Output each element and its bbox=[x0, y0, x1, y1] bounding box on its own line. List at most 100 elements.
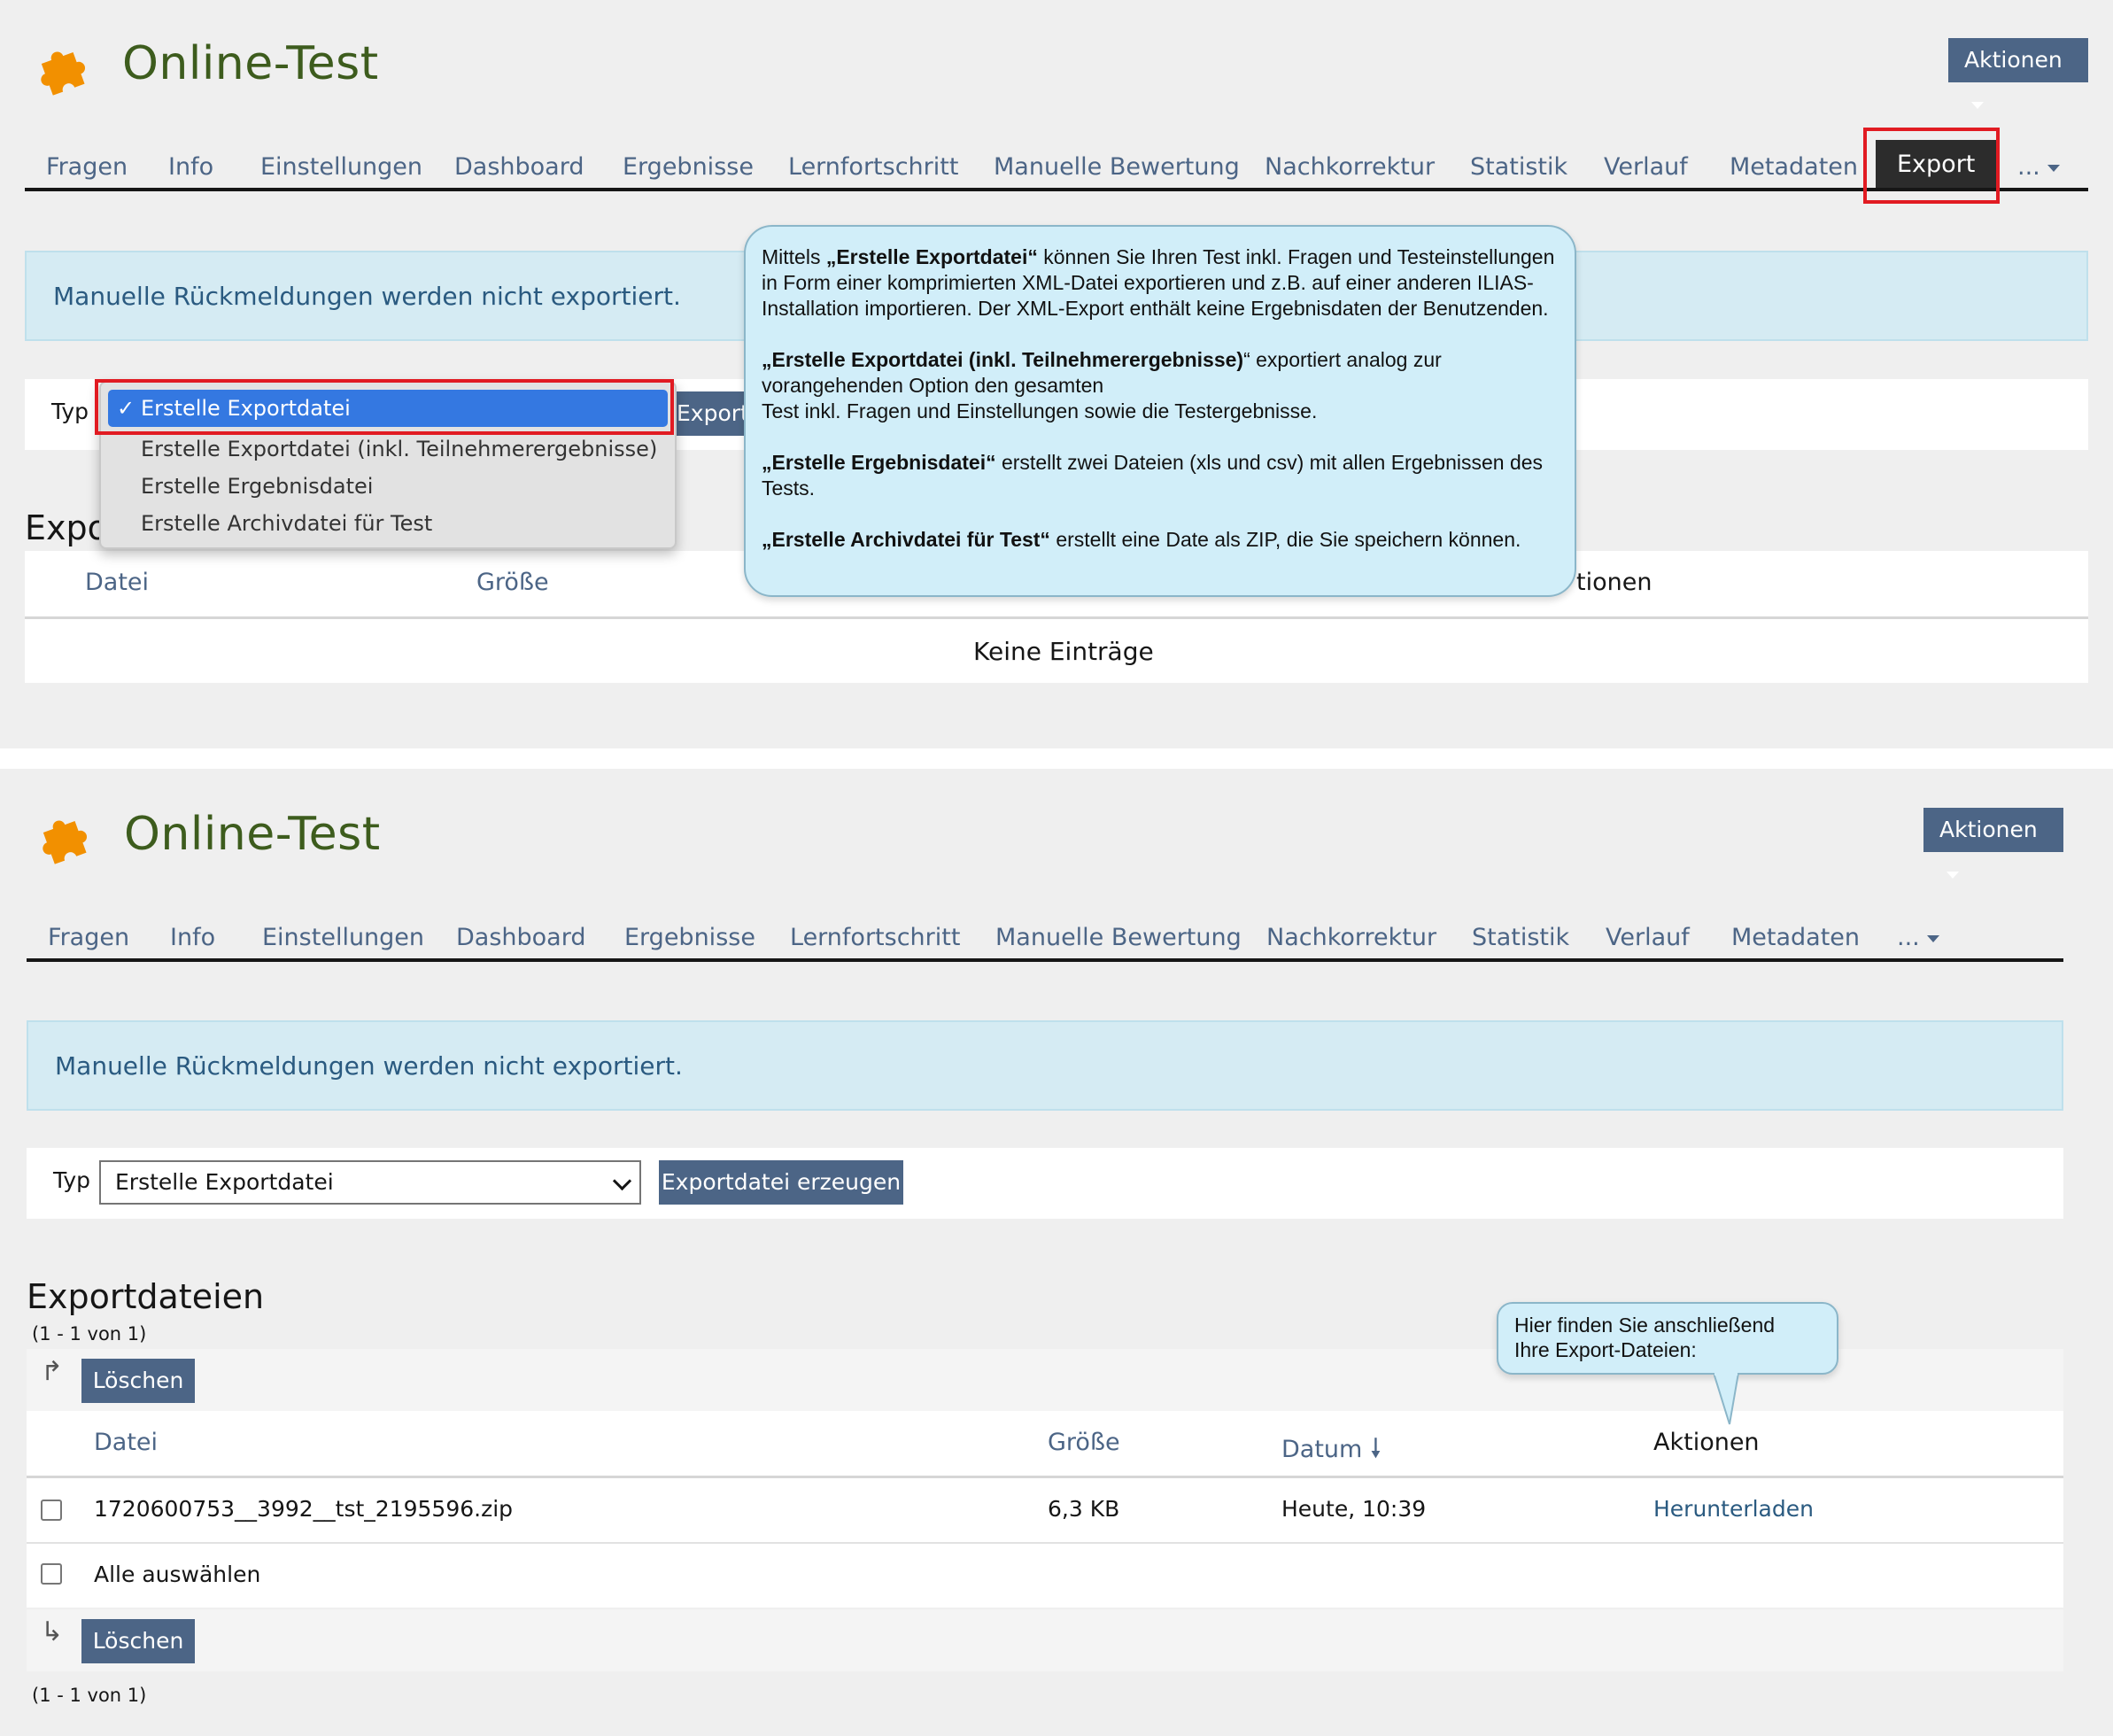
bottom-screenshot-panel: Online-Test Aktionen Fragen Info Einstel… bbox=[0, 769, 2113, 1736]
callout-text: Mittels bbox=[762, 245, 826, 268]
export-toolbar: Typ Erstelle Exportdatei Exportdatei erz… bbox=[27, 1148, 2063, 1219]
column-header-groesse[interactable]: Größe bbox=[476, 569, 549, 596]
empty-message: Keine Einträge bbox=[973, 637, 1154, 666]
download-link[interactable]: Herunterladen bbox=[1653, 1496, 1814, 1522]
page-title: Online-Test bbox=[122, 37, 379, 90]
chevron-down-icon bbox=[612, 1171, 632, 1191]
select-all-checkbox[interactable] bbox=[41, 1563, 62, 1585]
pagination-bottom: (1 - 1 von 1) bbox=[32, 1685, 147, 1706]
tab-more-label: ... bbox=[2017, 153, 2040, 181]
caret-down-icon bbox=[1926, 934, 1939, 942]
callout-paragraph-4: „Erstelle Archivdatei für Test“ erstellt… bbox=[762, 527, 1560, 553]
row-checkbox[interactable] bbox=[41, 1500, 62, 1521]
tab-bar: Fragen Info Einstellungen Dashboard Erge… bbox=[27, 916, 2063, 960]
tab-more[interactable]: ... bbox=[1897, 916, 1939, 960]
column-header-datum[interactable]: Datum 🠗 bbox=[1281, 1429, 1382, 1474]
tab-fragen[interactable]: Fragen bbox=[46, 145, 128, 190]
callout-paragraph-3: „Erstelle Ergebnisdatei“ erstellt zwei D… bbox=[762, 450, 1560, 501]
export-tab-highlight bbox=[1863, 128, 2000, 204]
empty-row: Keine Einträge bbox=[25, 619, 2088, 683]
aktionen-button[interactable]: Aktionen bbox=[1923, 808, 2063, 879]
tab-info[interactable]: Info bbox=[170, 916, 215, 960]
row-file-name: 1720600753__3992__tst_2195596.zip bbox=[94, 1496, 514, 1522]
tab-more[interactable]: ... bbox=[2017, 145, 2060, 190]
column-header-aktionen: Aktionen bbox=[1653, 1429, 1760, 1456]
tab-more-label: ... bbox=[1897, 924, 1920, 951]
dropdown-selection-highlight bbox=[95, 379, 674, 435]
tab-statistik[interactable]: Statistik bbox=[1472, 916, 1569, 960]
puzzle-icon bbox=[43, 820, 88, 864]
tab-einstellungen[interactable]: Einstellungen bbox=[262, 916, 424, 960]
tab-einstellungen[interactable]: Einstellungen bbox=[260, 145, 422, 190]
aktionen-button[interactable]: Aktionen bbox=[1948, 38, 2088, 109]
puzzle-icon bbox=[41, 51, 86, 96]
callout-text: Test inkl. Fragen und Einstellungen sowi… bbox=[762, 399, 1318, 422]
callout-bold: „Erstelle Archivdatei für Test“ bbox=[762, 528, 1050, 551]
dropdown-option-exportdatei-teilnehmer[interactable]: Erstelle Exportdatei (inkl. Teilnehmerer… bbox=[101, 430, 675, 468]
column-header-datum-label: Datum bbox=[1281, 1436, 1363, 1463]
tab-bar: Fragen Info Einstellungen Dashboard Erge… bbox=[25, 140, 2088, 190]
sort-down-icon: 🠗 bbox=[1369, 1433, 1382, 1464]
info-message: Manuelle Rückmeldungen werden nicht expo… bbox=[27, 1020, 2063, 1111]
dropdown-option-ergebnisdatei[interactable]: Erstelle Ergebnisdatei bbox=[101, 468, 675, 505]
tab-ergebnisse[interactable]: Ergebnisse bbox=[624, 916, 755, 960]
tab-lernfortschritt[interactable]: Lernfortschritt bbox=[788, 145, 958, 190]
dropdown-option-archivdatei[interactable]: Erstelle Archivdatei für Test bbox=[101, 505, 675, 542]
row-file-size: 6,3 KB bbox=[1048, 1496, 1120, 1522]
delete-button-bottom[interactable]: Löschen bbox=[81, 1619, 195, 1663]
column-header-datei[interactable]: Datei bbox=[94, 1429, 158, 1456]
column-header-groesse[interactable]: Größe bbox=[1048, 1429, 1120, 1456]
tab-verlauf[interactable]: Verlauf bbox=[1606, 916, 1690, 960]
caret-down-icon bbox=[2047, 164, 2060, 172]
tab-info[interactable]: Info bbox=[168, 145, 213, 190]
aktionen-label: Aktionen bbox=[1939, 817, 2038, 842]
row-date: Heute, 10:39 bbox=[1281, 1496, 1427, 1522]
delete-button-top[interactable]: Löschen bbox=[81, 1359, 195, 1403]
tab-verlauf[interactable]: Verlauf bbox=[1604, 145, 1688, 190]
table-row: 1720600753__3992__tst_2195596.zip 6,3 KB… bbox=[27, 1478, 2063, 1542]
callout-bold: „Erstelle Exportdatei“ bbox=[825, 245, 1038, 268]
type-label: Typ bbox=[51, 399, 89, 424]
create-export-button[interactable]: Exportdatei erzeugen bbox=[659, 1160, 903, 1205]
type-select[interactable]: Erstelle Exportdatei bbox=[99, 1160, 641, 1205]
callout-paragraph-2: „Erstelle Exportdatei (inkl. Teilnehmere… bbox=[762, 347, 1560, 424]
callout-bold: „Erstelle Ergebnisdatei“ bbox=[762, 451, 996, 474]
callout-line-1: Hier finden Sie anschließend bbox=[1514, 1314, 1776, 1337]
callout-pointer bbox=[1714, 1373, 1740, 1425]
tab-manuelle-bewertung[interactable]: Manuelle Bewertung bbox=[994, 145, 1240, 190]
tab-underline bbox=[27, 958, 2063, 962]
tab-ergebnisse[interactable]: Ergebnisse bbox=[623, 145, 754, 190]
aktionen-label: Aktionen bbox=[1964, 47, 2063, 73]
export-files-heading: Exportdateien bbox=[27, 1277, 265, 1316]
arrow-up-right-icon: ↱ bbox=[41, 1356, 64, 1387]
type-label: Typ bbox=[53, 1167, 91, 1193]
column-header-datei[interactable]: Datei bbox=[85, 569, 149, 596]
tab-nachkorrektur[interactable]: Nachkorrektur bbox=[1265, 145, 1435, 190]
export-files-heading: Expo bbox=[25, 508, 108, 547]
tab-metadaten[interactable]: Metadaten bbox=[1730, 145, 1858, 190]
callout-line-2: Ihre Export-Dateien: bbox=[1514, 1338, 1697, 1361]
column-header-aktionen: tionen bbox=[1576, 569, 1652, 596]
callout-bold: „Erstelle Exportdatei (inkl. Teilnehmere… bbox=[762, 348, 1244, 371]
tab-metadaten[interactable]: Metadaten bbox=[1731, 916, 1860, 960]
tab-manuelle-bewertung[interactable]: Manuelle Bewertung bbox=[995, 916, 1242, 960]
tab-statistik[interactable]: Statistik bbox=[1470, 145, 1567, 190]
type-select-value: Erstelle Exportdatei bbox=[115, 1169, 334, 1195]
select-all-row: Alle auswählen bbox=[27, 1544, 2063, 1608]
export-options-callout: Mittels „Erstelle Exportdatei“ können Si… bbox=[744, 225, 1576, 597]
tab-lernfortschritt[interactable]: Lernfortschritt bbox=[790, 916, 960, 960]
export-files-callout: Hier finden Sie anschließend Ihre Export… bbox=[1497, 1302, 1838, 1375]
table-header-row: Datei Größe Datum 🠗 Aktionen bbox=[27, 1411, 2063, 1478]
page-title: Online-Test bbox=[124, 808, 381, 861]
tab-fragen[interactable]: Fragen bbox=[48, 916, 129, 960]
callout-text: erstellt eine Date als ZIP, die Sie spei… bbox=[1049, 528, 1521, 551]
pagination-top: (1 - 1 von 1) bbox=[32, 1323, 147, 1345]
caret-down-icon bbox=[1971, 102, 1984, 109]
caret-down-icon bbox=[1947, 872, 1959, 879]
callout-paragraph-1: Mittels „Erstelle Exportdatei“ können Si… bbox=[762, 244, 1560, 322]
bulk-actions-bottom: ↳ Löschen bbox=[27, 1609, 2063, 1671]
tab-nachkorrektur[interactable]: Nachkorrektur bbox=[1266, 916, 1436, 960]
tab-dashboard[interactable]: Dashboard bbox=[456, 916, 585, 960]
select-all-label: Alle auswählen bbox=[94, 1562, 261, 1587]
tab-dashboard[interactable]: Dashboard bbox=[454, 145, 584, 190]
